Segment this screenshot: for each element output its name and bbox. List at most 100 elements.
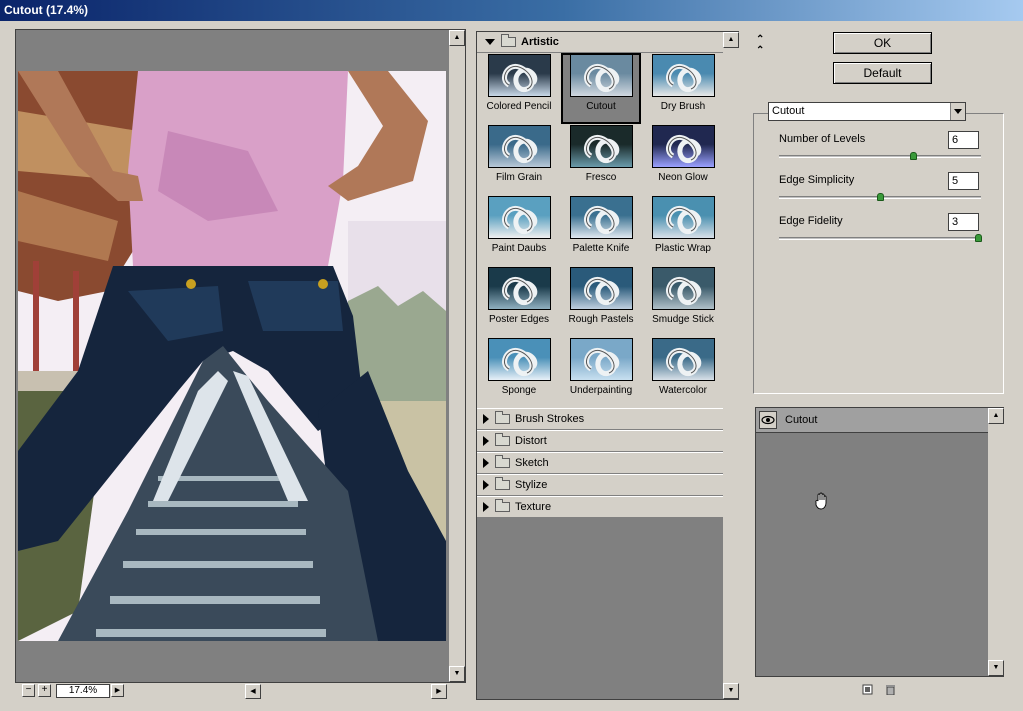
number-of-levels-input[interactable]: 6 [948,131,979,149]
filter-preview-image [652,338,715,381]
filter-preview-image [652,196,715,239]
filter-thumb-poster-edges[interactable]: Poster Edges [479,266,559,337]
category-brush-strokes[interactable]: Brush Strokes [477,408,723,430]
folder-icon [495,477,510,491]
filter-thumb-rough-pastels[interactable]: Rough Pastels [561,266,641,337]
zoom-out-button[interactable]: − [22,684,35,697]
scroll-down-button[interactable]: ▼ [723,683,739,699]
filter-thumb-label: Underpainting [569,385,633,396]
filter-preview-image [570,54,633,97]
filter-thumb-label: Dry Brush [660,101,706,112]
scroll-up-button[interactable]: ▲ [449,30,465,46]
filter-thumb-label: Sponge [501,385,537,396]
folder-icon [495,433,510,447]
filter-thumb-colored-pencil[interactable]: Colored Pencil [479,53,559,124]
hand-cursor-icon [814,492,830,510]
filter-thumb-paint-daubs[interactable]: Paint Daubs [479,195,559,266]
zoom-menu-button[interactable]: ▶ [111,684,124,697]
filter-thumb-dry-brush[interactable]: Dry Brush [643,53,723,124]
filter-preview-image [570,125,633,168]
filter-preview-image [652,125,715,168]
filter-thumb-underpainting[interactable]: Underpainting [561,337,641,408]
scroll-left-button[interactable]: ◀ [245,684,261,699]
edge-simplicity-input[interactable]: 5 [948,172,979,190]
window-title: Cutout (17.4%) [4,3,88,17]
zoom-bar: − + 17.4% ▶ ◀ ▶ [15,683,466,700]
filter-thumb-label: Watercolor [659,385,707,396]
folder-icon [495,499,510,513]
effect-layers-panel: Cutout ▲ ▼ [755,407,1004,677]
collapse-gallery-icon[interactable]: ⌃ ⌃ [756,34,764,56]
expand-arrow-icon [483,458,489,469]
folder-icon [501,34,516,48]
filter-thumb-plastic-wrap[interactable]: Plastic Wrap [643,195,723,266]
filter-preview-image [488,196,551,239]
folder-icon [495,411,510,425]
scroll-right-button[interactable]: ▶ [431,684,447,699]
filter-preview-image [570,267,633,310]
filter-preview-image [488,338,551,381]
filter-thumb-label: Cutout [586,101,616,112]
filter-preview-image [652,267,715,310]
filter-thumb-neon-glow[interactable]: Neon Glow [643,124,723,195]
scroll-down-button[interactable]: ▼ [988,660,1004,676]
filter-thumb-label: Smudge Stick [652,314,714,325]
chevron-down-icon[interactable] [950,103,965,120]
filter-thumb-fresco[interactable]: Fresco [561,124,641,195]
category-artistic[interactable]: Artistic [477,32,723,53]
effect-layer-row[interactable]: Cutout [756,408,988,433]
artistic-thumbnails: Colored Pencil Cutout Dry Brush Film Grain F… [477,53,723,408]
filter-select[interactable]: Cutout [768,102,966,121]
filter-preview-image [488,125,551,168]
expand-arrow-icon [483,502,489,513]
category-sketch[interactable]: Sketch [477,452,723,474]
number-of-levels-label: Number of Levels [779,133,866,145]
slider-handle-icon[interactable] [877,193,884,201]
default-button[interactable]: Default [833,62,932,84]
layers-vertical-scrollbar[interactable]: ▲ ▼ [988,408,1004,676]
filter-thumb-film-grain[interactable]: Film Grain [479,124,559,195]
edge-simplicity-slider[interactable] [779,193,981,201]
filter-thumb-label: Colored Pencil [486,101,552,112]
window-title-bar: Cutout (17.4%) [0,0,1023,21]
gallery-vertical-scrollbar[interactable]: ▲ ▼ [723,32,739,699]
filter-gallery: Artistic Colored Pencil Cutout Dry Brush Fi… [476,31,739,700]
zoom-in-button[interactable]: + [38,684,51,697]
filter-thumb-label: Paint Daubs [491,243,547,254]
category-stylize[interactable]: Stylize [477,474,723,496]
slider-handle-icon[interactable] [975,234,982,242]
filter-preview-image [488,267,551,310]
scroll-up-button[interactable]: ▲ [723,32,739,48]
filter-thumb-cutout[interactable]: Cutout [561,53,641,124]
filter-preview-image [652,54,715,97]
effect-layer-name: Cutout [785,414,818,426]
category-texture[interactable]: Texture [477,496,723,518]
expand-arrow-icon [483,436,489,447]
filter-preview-image [570,338,633,381]
edge-fidelity-slider[interactable] [779,234,982,242]
scroll-down-button[interactable]: ▼ [449,666,465,682]
slider-handle-icon[interactable] [910,152,917,160]
eye-icon[interactable] [759,411,777,429]
category-distort[interactable]: Distort [477,430,723,452]
filter-thumb-sponge[interactable]: Sponge [479,337,559,408]
preview-horizontal-scrollbar[interactable]: ◀ ▶ [127,684,447,699]
folder-icon [495,455,510,469]
trash-icon[interactable] [885,684,896,696]
preview-image [18,71,446,641]
filter-thumb-label: Fresco [585,172,617,183]
preview-vertical-scrollbar[interactable]: ▲ ▼ [449,30,465,682]
filter-thumb-watercolor[interactable]: Watercolor [643,337,723,408]
filter-thumb-label: Poster Edges [488,314,550,325]
scroll-up-button[interactable]: ▲ [988,408,1004,424]
filter-thumb-label: Rough Pastels [568,314,634,325]
filter-thumb-label: Plastic Wrap [655,243,711,254]
number-of-levels-slider[interactable] [779,152,981,160]
ok-button[interactable]: OK [833,32,932,54]
filter-preview-image [488,54,551,97]
new-effect-layer-icon[interactable] [862,684,873,695]
edge-fidelity-input[interactable]: 3 [948,213,979,231]
filter-thumb-smudge-stick[interactable]: Smudge Stick [643,266,723,337]
filter-thumb-label: Neon Glow [658,172,708,183]
filter-thumb-palette-knife[interactable]: Palette Knife [561,195,641,266]
